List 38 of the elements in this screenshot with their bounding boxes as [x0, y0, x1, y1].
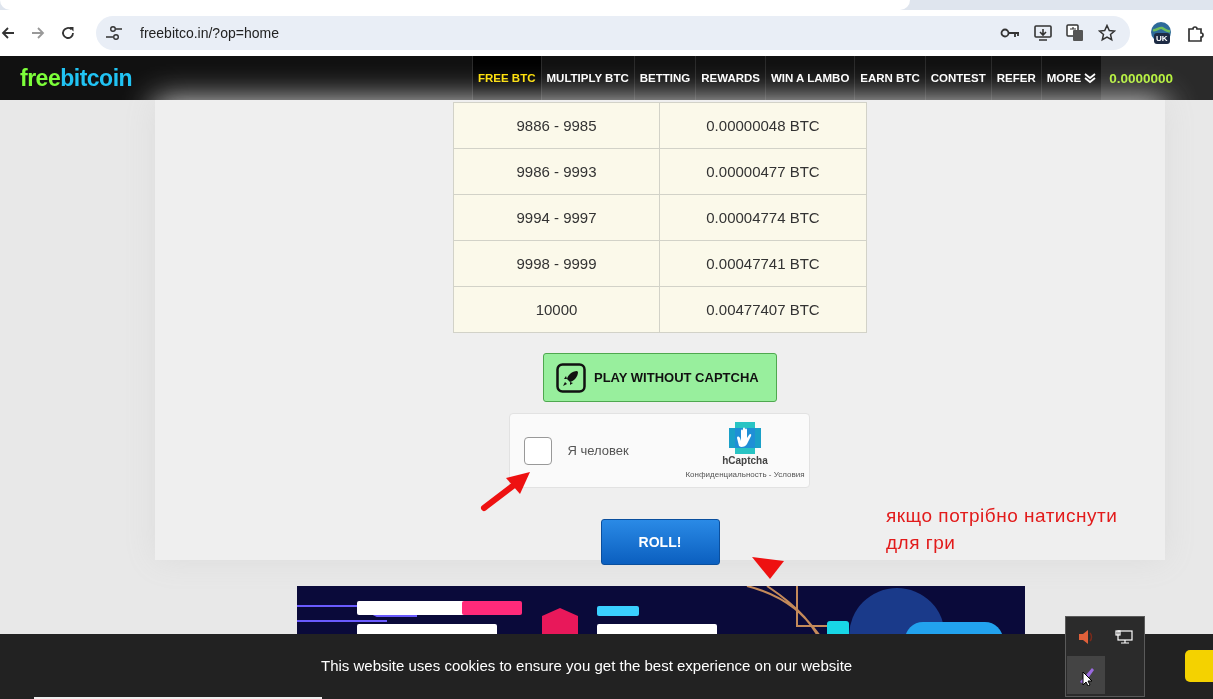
cookie-notice: This website uses cookies to ensure you get the best experience on our website	[321, 657, 853, 674]
table-cell: 0.00000048 BTC	[659, 102, 867, 149]
table-cell: 0.00047741 BTC	[659, 240, 867, 287]
table-cell: 10000	[453, 286, 660, 333]
table-cell: 9986 - 9993	[453, 148, 660, 195]
speaker-icon[interactable]	[1077, 629, 1095, 645]
roll-button[interactable]: ROLL!	[600, 519, 720, 565]
key-icon[interactable]	[1000, 27, 1020, 39]
profile-badge: UK	[1154, 33, 1170, 44]
table-cell: 9886 - 9985	[453, 102, 660, 149]
play-without-captcha-button[interactable]: PLAY WITHOUT CAPTCHA	[543, 353, 777, 402]
captcha-checkbox[interactable]	[523, 436, 552, 465]
reload-icon[interactable]	[60, 25, 76, 41]
table-cell: 9994 - 9997	[453, 194, 660, 241]
forward-icon[interactable]	[30, 25, 46, 41]
table-cell: 0.00004774 BTC	[659, 194, 867, 241]
bookmark-star-icon[interactable]	[1098, 24, 1116, 42]
annotation-text: якщо потрібно натиснути для гри	[886, 504, 1119, 555]
back-icon[interactable]	[0, 25, 16, 41]
translate-icon[interactable]	[1066, 24, 1084, 42]
balance-text: 0.0000000	[1101, 56, 1213, 100]
double-chevron-icon	[1084, 72, 1097, 84]
site-logo[interactable]: freebitcoin	[20, 64, 472, 92]
captcha-label: Я человек	[567, 443, 630, 458]
table-cell: 0.00000477 BTC	[659, 148, 867, 195]
hcaptcha-logo-icon	[728, 422, 761, 454]
network-icon[interactable]	[1115, 630, 1133, 644]
nav-link[interactable]: FREE BTC	[472, 56, 541, 100]
install-icon[interactable]	[1034, 24, 1052, 42]
rocket-icon	[556, 362, 586, 393]
table-cell: 0.00477407 BTC	[659, 286, 867, 333]
address-bar[interactable]: freebitco.in/?op=home	[96, 16, 1130, 50]
annotation-arrowhead	[750, 555, 786, 581]
table-cell: 9998 - 9999	[453, 240, 660, 287]
extensions-icon[interactable]	[1186, 23, 1206, 43]
captcha-links[interactable]: Конфиденциальность - Условия	[685, 470, 805, 479]
url-text: freebitco.in/?op=home	[140, 25, 280, 41]
captcha-brand: hCaptcha	[722, 455, 768, 466]
